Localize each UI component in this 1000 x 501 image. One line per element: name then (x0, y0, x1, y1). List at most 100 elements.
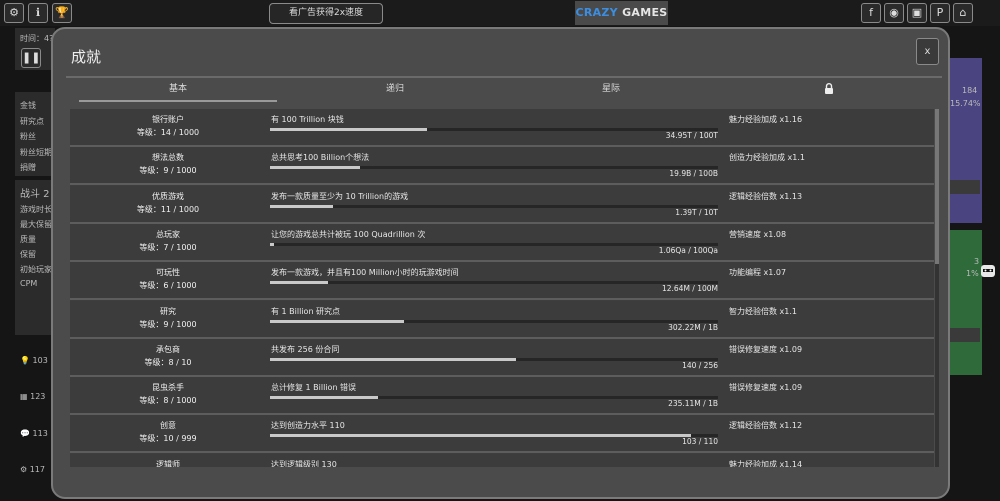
scrollbar[interactable] (935, 109, 939, 467)
achievement-level: 等级：6 / 1000 (139, 281, 197, 291)
facebook-icon[interactable]: f (861, 3, 881, 23)
battle-title: 战斗 2 (20, 189, 50, 200)
achievement-row: 研究等级：9 / 1000 有 1 Billion 研究点 302.22M / 1B… (70, 300, 934, 339)
achievement-description: 共发布 256 份合同 (271, 344, 340, 354)
achievement-name: 承包商 (156, 344, 180, 354)
achievement-level: 等级：10 / 999 (139, 434, 197, 444)
achievement-row: 优质游戏等级：11 / 1000 发布一款质量至少为 10 Trillion的游戏… (70, 185, 934, 224)
discord-icon[interactable]: ▣ (907, 3, 927, 23)
achievement-name: 优质游戏 (152, 191, 184, 201)
achievement-progress-bar (270, 128, 718, 131)
counter-ideas: 💡 103 (20, 356, 48, 365)
battle-stat-retention: 保留 (20, 250, 36, 259)
achievement-progress-bar (270, 357, 718, 361)
achievement-progress-fill (270, 357, 517, 361)
achievement-description: 发布一款质量至少为 10 Trillion的游戏 (271, 191, 409, 201)
logo-part2: GAMES (622, 6, 668, 19)
reddit-icon[interactable]: ◉ (884, 3, 904, 23)
lock-icon (825, 83, 833, 94)
achievement-progress-fill (270, 319, 405, 323)
achievement-progress-bar (270, 396, 718, 400)
battle-stat-playtime: 游戏时长 (20, 205, 52, 214)
achievement-progress-bar (270, 204, 718, 208)
counter-calc: ▦ 123 (20, 392, 46, 401)
achievement-level: 等级：7 / 1000 (139, 242, 197, 252)
achievement-row: 创意 等级：10 / 999 达到创造力水平 110 103 / 110 逻辑经验倍数 … (70, 415, 934, 454)
info-icon[interactable]: ℹ (28, 3, 48, 23)
stat-money: 金钱 (20, 101, 36, 110)
battle-stat-max-retention: 最大保留 (20, 220, 52, 229)
achievement-description: 让您的游戏总共计被玩 100 Quadrillion 次 (271, 229, 426, 239)
achievement-description: 发布一款游戏，并且有100 Million小时的玩游戏时间 (271, 268, 459, 278)
patreon-icon[interactable]: P (930, 3, 950, 23)
stat-fans-short: 粉丝短期 (20, 148, 52, 157)
counter-gear-value: 117 (29, 465, 45, 474)
achievement-description: 达到创造力水平 110 (271, 421, 345, 431)
achievement-progress-bar (270, 434, 718, 438)
battle-stat-cpm: CPM (20, 279, 38, 288)
modal-title: 成就 (71, 48, 102, 66)
avatar-icon[interactable] (979, 264, 997, 278)
achievement-progress-text: 19.9B / 100B (669, 169, 718, 179)
achievement-progress-fill (270, 434, 692, 438)
home-icon[interactable]: ⌂ (953, 3, 973, 23)
tab-basic[interactable]: 基本 (79, 78, 277, 102)
battle-stat-initial-players: 初始玩家 (20, 265, 52, 274)
tab-locked[interactable] (730, 78, 928, 102)
achievement-name: 研究 (160, 306, 176, 316)
achievement-reward: 错误修复速度 x1.09 (729, 344, 803, 354)
counter-gear: ⚙ 117 (20, 465, 45, 474)
achievement-progress-text: 1.06Qa / 100Qa (658, 245, 718, 255)
achievement-description: 有 1 Billion 研究点 (271, 306, 341, 316)
achievement-name: 总玩家 (156, 229, 180, 239)
achievement-progress-fill (270, 281, 329, 285)
achievement-progress-text: 34.95T / 100T (665, 131, 718, 140)
achievement-progress-text: 140 / 256 (682, 360, 718, 370)
pause-button[interactable]: ❚❚ (21, 48, 41, 68)
tab-interstellar[interactable]: 星际 (512, 78, 710, 102)
logo-part1: CRAZY (575, 6, 618, 19)
achievement-progress-bar (270, 319, 718, 323)
watch-ad-speed-button[interactable]: 看广告获得2x速度 (269, 3, 383, 24)
achievement-name: 银行账户 (152, 115, 184, 124)
tab-recursive[interactable]: 递归 (296, 78, 494, 102)
achievement-description: 总计修复 1 Billion 错误 (271, 383, 357, 393)
achievement-reward: 魅力经验加成 x1.16 (729, 115, 803, 124)
achievement-progress-text: 302.22M / 1B (668, 322, 718, 332)
achievement-reward: 逻辑经验倍数 x1.13 (729, 191, 803, 201)
achievement-level: 等级：14 / 1000 (136, 128, 200, 137)
right-value-4: 1% (966, 269, 979, 278)
achievement-name: 逻辑师 (156, 459, 180, 467)
achievement-reward: 错误修复速度 x1.09 (729, 383, 803, 393)
achievement-level: 等级：11 / 1000 (136, 204, 200, 214)
achievement-level: 等级：8 / 1000 (139, 396, 197, 406)
scrollbar-thumb[interactable] (935, 109, 939, 264)
achievement-name: 创意 (160, 421, 176, 431)
stat-fans: 粉丝 (20, 132, 36, 141)
achievement-progress-bar (270, 242, 718, 246)
achievement-description: 达到逻辑级别 130 (271, 459, 337, 467)
time-label: 时间：4? (20, 34, 54, 43)
achievement-name: 昆虫杀手 (152, 383, 184, 393)
achievement-reward: 逻辑经验倍数 x1.12 (729, 421, 803, 431)
achievement-list[interactable]: 银行账户等级：14 / 1000 有 100 Trillion 块钱 34.95T … (70, 109, 934, 467)
trophy-icon[interactable]: 🏆 (52, 3, 72, 23)
achievement-progress-text: 1.39T / 10T (675, 207, 718, 217)
achievement-name: 可玩性 (156, 268, 180, 278)
counter-ideas-value: 103 (32, 356, 48, 365)
close-button[interactable]: x (916, 38, 939, 65)
achievement-description: 有 100 Trillion 块钱 (271, 115, 344, 124)
achievement-progress-text: 12.64M / 100M (661, 284, 718, 294)
achievement-row: 昆虫杀手 等级：8 / 1000 总计修复 1 Billion 错误 235.11M … (70, 377, 934, 416)
achievement-level: 等级：9 / 1000 (139, 166, 197, 176)
achievement-progress-bar (270, 281, 718, 285)
achievement-row: 银行账户等级：14 / 1000 有 100 Trillion 块钱 34.95T … (70, 109, 934, 147)
achievement-progress-fill (270, 204, 333, 208)
achievement-reward: 营销速度 x1.08 (729, 229, 787, 239)
settings-gear-icon[interactable]: ⚙ (4, 3, 24, 23)
achievement-row: 总玩家等级：7 / 1000 让您的游戏总共计被玩 100 Quadrillion… (70, 223, 934, 262)
achievement-level: 等级：9 / 1000 (139, 319, 197, 329)
achievement-reward: 功能编程 x1.07 (729, 268, 787, 278)
crazy-games-logo[interactable]: CRAZY GAMES (575, 1, 668, 25)
achievement-reward: 智力经验倍数 x1.1 (729, 306, 797, 316)
